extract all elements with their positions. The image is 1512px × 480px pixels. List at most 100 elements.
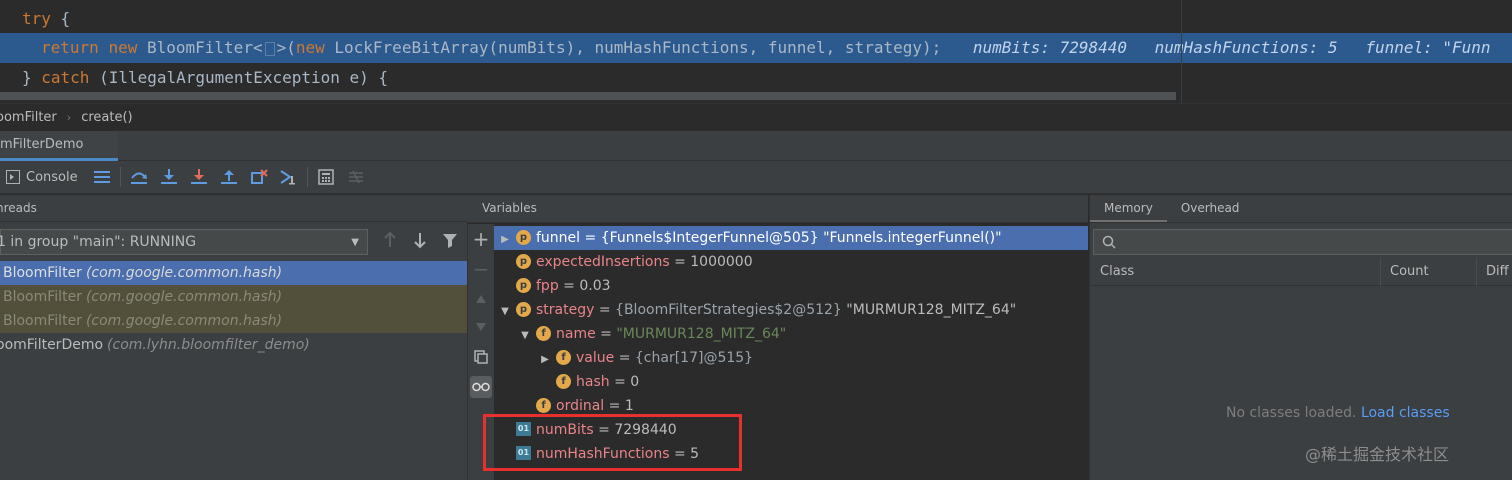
step-over-button[interactable] [127, 165, 151, 189]
kw-try: try [22, 9, 51, 28]
column-header-diff[interactable]: Diff [1486, 258, 1509, 286]
console-icon [6, 170, 20, 184]
kw-return: return [41, 38, 99, 57]
step-into-icon [160, 169, 177, 184]
filter-icon [443, 234, 457, 248]
equals: = [594, 302, 616, 318]
code-line-catch: } catch (IllegalArgumentException e) { [22, 63, 388, 93]
variable-object-id: {BloomFilterStrategies$2@512} [615, 302, 842, 318]
tab-debug-session-label: omFilterDemo [0, 137, 84, 152]
column-divider[interactable] [1380, 258, 1381, 286]
variable-value: {char[17]@515} [634, 350, 754, 366]
equals: = [609, 374, 631, 390]
frame-nav-down-button[interactable] [412, 231, 428, 249]
code-text-a: BloomFilter< [146, 38, 263, 57]
thread-selector[interactable]: 1 in group "main": RUNNING ▼ [0, 229, 368, 255]
variable-row-value[interactable]: ▶ f value = {char[17]@515} [494, 346, 1088, 370]
frame-method: BloomFilter [3, 313, 82, 329]
variable-row-name[interactable]: ▼ f name = "MURMUR128_MITZ_64" [494, 322, 1088, 346]
step-into-button[interactable] [157, 165, 181, 189]
variable-row-hash[interactable]: f hash = 0 [494, 370, 1088, 394]
move-up-button[interactable] [470, 288, 492, 310]
run-to-cursor-icon [280, 170, 295, 185]
stack-frame[interactable]: BloomFilter (com.google.common.hash) [0, 285, 467, 309]
expand-arrow-icon[interactable]: ▶ [498, 228, 512, 252]
generic-fold-marker[interactable] [264, 41, 275, 56]
kw-new: new [108, 38, 138, 57]
tab-memory[interactable]: Memory [1090, 195, 1167, 222]
field-icon: f [556, 349, 571, 365]
column-divider[interactable] [1476, 258, 1477, 286]
variable-name: hash [576, 374, 610, 390]
evaluate-expression-button[interactable] [314, 165, 338, 189]
tab-debug-session[interactable]: omFilterDemo [0, 131, 118, 161]
breadcrumb-class[interactable]: oomFilter [0, 110, 57, 125]
variable-name: fpp [536, 278, 559, 294]
memory-panel: Memory Overhead Class Count Diff No clas… [1089, 195, 1512, 480]
frame-nav-up-button[interactable] [382, 231, 398, 249]
variable-value: 1 [624, 398, 634, 414]
drop-frame-icon [250, 169, 268, 184]
plus-icon: + [472, 227, 490, 251]
duplicate-watch-button[interactable] [470, 346, 492, 368]
frame-package: (com.google.common.hash) [85, 265, 283, 281]
kw-catch: catch [41, 68, 90, 87]
step-out-button[interactable] [217, 165, 241, 189]
code-editor[interactable]: try { return new BloomFilter< >(new LockF… [0, 0, 1512, 103]
brace: { [50, 9, 71, 28]
remove-watch-button[interactable]: − [470, 257, 492, 281]
editor-right-margin [1181, 0, 1182, 103]
collapse-arrow-icon[interactable]: ▼ [518, 324, 532, 348]
variable-value: 1000000 [690, 254, 753, 270]
tab-overhead[interactable]: Overhead [1167, 195, 1254, 222]
show-watches-button[interactable] [470, 376, 492, 398]
step-over-icon [130, 172, 147, 184]
variable-row-fpp[interactable]: p fpp = 0.03 [494, 274, 1088, 298]
code-line-try: try { [22, 4, 70, 34]
watermark: @稀土掘金技术社区 [1305, 445, 1450, 464]
chevron-down-icon: ▼ [351, 236, 359, 248]
variable-row-funnel[interactable]: ▶ p funnel = {Funnels$IntegerFunnel@505} "… [494, 226, 1088, 250]
code-text-b: >( [276, 38, 296, 57]
variable-value: 0 [630, 374, 640, 390]
stack-frame[interactable]: oomFilterDemo (com.lyhn.bloomfilter_demo) [0, 333, 463, 357]
column-header-count[interactable]: Count [1390, 258, 1429, 286]
expand-arrow-icon[interactable]: ▶ [538, 348, 552, 372]
annotation-highlight-box [483, 414, 742, 471]
copy-icon [474, 350, 488, 364]
memory-tabs: Memory Overhead [1090, 195, 1512, 223]
variable-row-strategy[interactable]: ▼ p strategy = {BloomFilterStrategies$2@51… [494, 298, 1088, 322]
thread-selector-value: 1 in group "main": RUNNING [0, 234, 197, 250]
console-tab[interactable]: Console [0, 170, 78, 185]
empty-state-text: No classes loaded. [1226, 405, 1357, 421]
memory-table-header: Class Count Diff [1090, 258, 1512, 286]
load-classes-link[interactable]: Load classes [1361, 405, 1450, 421]
inline-hint-numbits: numBits: 7298440 [972, 38, 1128, 57]
column-header-class[interactable]: Class [1100, 258, 1134, 286]
toolbar-divider [306, 167, 308, 187]
catch-rest: (IllegalArgumentException e) { [89, 68, 389, 87]
breadcrumb-method[interactable]: create() [81, 110, 132, 125]
frame-filter-button[interactable] [442, 231, 458, 249]
variable-row-expectedInsertions[interactable]: p expectedInsertions = 1000000 [494, 250, 1088, 274]
variable-name: value [576, 350, 615, 366]
collapse-arrow-icon[interactable]: ▼ [498, 300, 512, 324]
add-watch-button[interactable]: + [470, 227, 492, 251]
stack-frame[interactable]: BloomFilter (com.google.common.hash) [0, 261, 467, 285]
step-out-icon [220, 170, 237, 184]
field-icon: f [536, 397, 551, 413]
console-label: Console [26, 169, 78, 185]
memory-search-input[interactable] [1093, 229, 1512, 255]
drop-frame-button[interactable] [247, 165, 271, 189]
move-down-button[interactable] [470, 316, 492, 338]
frame-package: (com.google.common.hash) [85, 313, 283, 329]
run-to-cursor-button[interactable] [277, 165, 301, 189]
editor-horizontal-scrollbar[interactable] [0, 92, 1176, 100]
trace-stream-button[interactable] [344, 165, 368, 189]
menu-lines-button[interactable] [90, 165, 114, 189]
stack-frame[interactable]: BloomFilter (com.google.common.hash) [0, 309, 467, 333]
variable-value: "MURMUR128_MITZ_64" [616, 326, 787, 342]
trace-stream-icon [348, 170, 363, 184]
force-step-into-button[interactable] [187, 165, 211, 189]
field-icon: f [536, 325, 551, 341]
